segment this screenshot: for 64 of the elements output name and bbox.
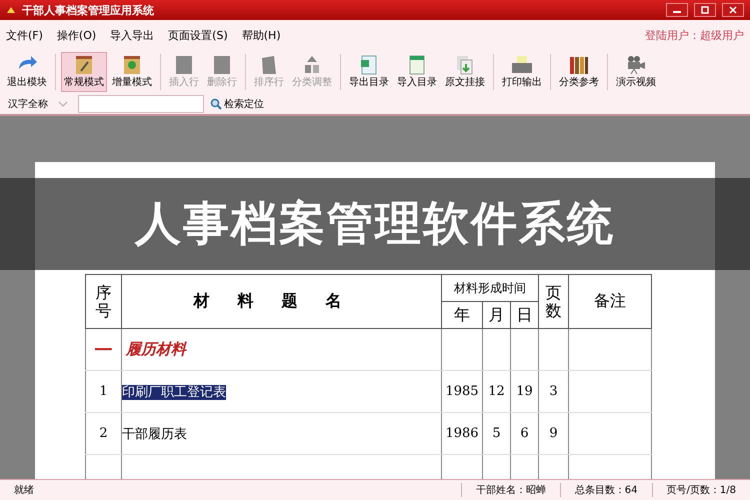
toolbar-button[interactable]: 导入目录 [394, 52, 440, 92]
app-icon [6, 6, 16, 14]
documents-icon [456, 55, 474, 75]
minimize-button[interactable] [666, 3, 688, 17]
table-header: 月 [482, 302, 510, 328]
table-header: 材料形成时间 [442, 274, 539, 302]
table-cell[interactable]: 干部履历表 [122, 426, 187, 442]
table-header: 序号 [86, 274, 122, 328]
toolbar-button[interactable]: 常规模式 [61, 52, 107, 92]
table-cell: 5 [482, 412, 510, 454]
document-icon [408, 55, 426, 75]
search-icon [210, 98, 222, 110]
status-text: 页号/页数：1/8 [652, 483, 750, 497]
page-icon [260, 55, 278, 75]
table-cell: 12 [482, 370, 510, 412]
toolbar-button[interactable]: 退出模块 [4, 52, 50, 92]
status-text: 就绪 [13, 484, 35, 497]
table-cell: 2 [86, 412, 122, 454]
status-text: 总条目数：64 [560, 483, 652, 497]
table-cell-text: 履历材料 [124, 340, 186, 358]
notebook-plus-icon [123, 55, 141, 75]
video-camera-icon [625, 55, 647, 75]
maximize-icon [701, 6, 709, 14]
menu-item[interactable]: 操作(O) [56, 28, 96, 42]
menu-item[interactable]: 帮助(H) [242, 28, 281, 42]
close-button[interactable] [722, 3, 744, 17]
menu-item[interactable]: 页面设置(S) [168, 28, 228, 42]
table-header: 页数 [538, 274, 569, 328]
table-cell: 3 [538, 370, 569, 412]
login-user-label: 登陆用户：超级用户 [645, 28, 744, 42]
table-cell: 19 [510, 370, 539, 412]
document-icon [360, 55, 378, 75]
table-cell: 6 [510, 412, 539, 454]
window-title: 干部人事档案管理应用系统 [22, 2, 155, 18]
page-icon [175, 55, 193, 75]
close-icon [729, 6, 737, 14]
toolbar-button[interactable]: 演示视频 [613, 52, 659, 92]
table-header: 材料题名 [122, 274, 442, 328]
toolbar-button[interactable]: 导出目录 [346, 52, 392, 92]
search-button[interactable]: 检索定位 [210, 97, 264, 111]
toolbar-button[interactable]: 打印输出 [499, 52, 545, 92]
menu-item[interactable]: 文件(F) [6, 28, 43, 42]
table-header: 备注 [568, 274, 652, 328]
table-cell: 1 [86, 370, 122, 412]
table-cell[interactable]: 印刷厂职工登记表 [122, 384, 226, 400]
search-field[interactable] [78, 95, 204, 113]
printer-icon [511, 55, 533, 75]
table-cell: 9 [538, 412, 569, 454]
table-cell: 1985 [442, 370, 482, 412]
page-icon [213, 55, 231, 75]
shapes-icon [303, 55, 321, 75]
status-text: 干部姓名：昭蝉 [460, 483, 560, 497]
table-header: 年 [442, 302, 482, 328]
books-icon [569, 55, 589, 75]
table-cell: 一 [94, 340, 112, 360]
toolbar-button[interactable]: 原文挂接 [442, 52, 488, 92]
maximize-button[interactable] [694, 3, 716, 17]
field-label: 汉字全称 [8, 98, 48, 111]
banner-title: 人事档案管理软件系统 [135, 195, 615, 252]
toolbar-button[interactable]: 分类参考 [556, 52, 602, 92]
toolbar-button[interactable]: 增量模式 [109, 52, 155, 92]
menu-item[interactable]: 导入导出 [110, 28, 154, 42]
notebook-pencil-icon [75, 55, 93, 75]
table-cell: 1986 [442, 412, 482, 454]
